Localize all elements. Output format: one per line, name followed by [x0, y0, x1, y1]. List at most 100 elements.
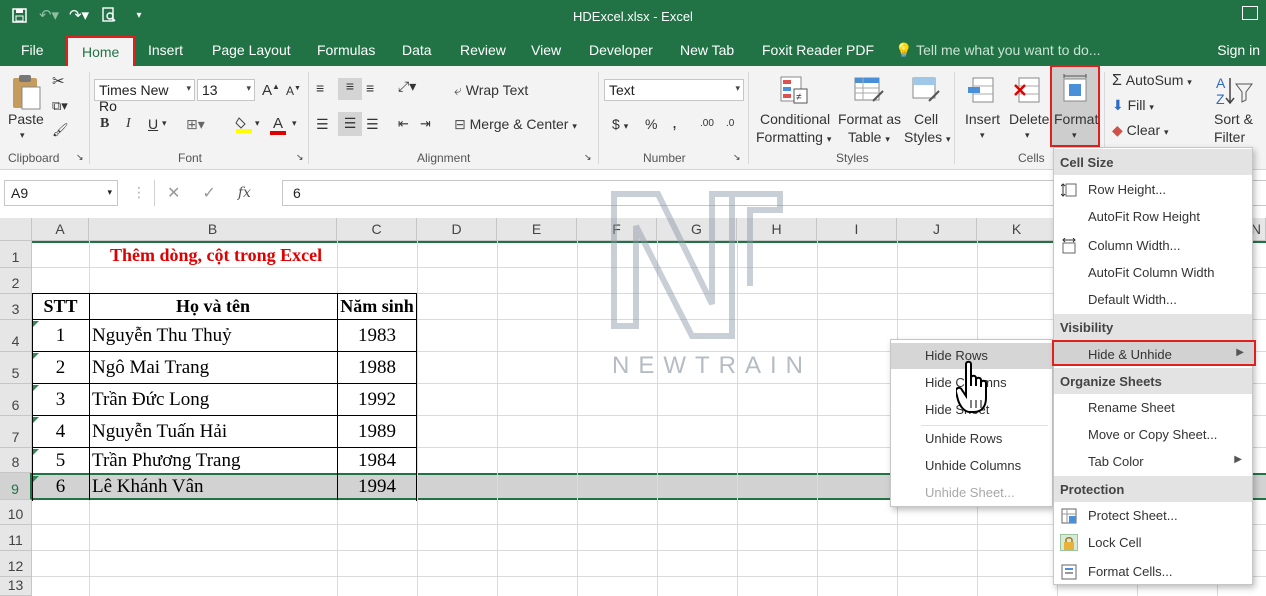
- column-header-e[interactable]: E: [497, 218, 577, 241]
- cancel-formula-icon[interactable]: ✕: [167, 183, 180, 203]
- align-center-icon[interactable]: ☰: [338, 112, 362, 136]
- row-header-5[interactable]: 5: [0, 352, 32, 384]
- sort-filter-button[interactable]: Sort &: [1214, 111, 1253, 127]
- undo-icon[interactable]: ↶▾: [36, 4, 62, 26]
- record-year[interactable]: 1992: [337, 389, 417, 411]
- record-name[interactable]: Nguyễn Thu Thuỷ: [92, 325, 232, 347]
- font-color-icon[interactable]: A: [268, 114, 288, 136]
- row-header-11[interactable]: 11: [0, 525, 32, 551]
- row-header-4[interactable]: 4: [0, 320, 32, 352]
- cell-styles-button[interactable]: Cell: [914, 111, 938, 127]
- fill-color-icon[interactable]: [234, 114, 254, 134]
- align-bottom-icon[interactable]: ≡: [366, 80, 374, 96]
- row-header-2[interactable]: 2: [0, 268, 32, 294]
- increase-indent-icon[interactable]: ⇥: [420, 116, 431, 132]
- name-box[interactable]: A9 ▾: [4, 180, 118, 206]
- row-header-9[interactable]: 9: [0, 473, 32, 500]
- header-name[interactable]: Họ và tên: [89, 296, 337, 317]
- record-stt[interactable]: 3: [32, 389, 89, 411]
- record-year[interactable]: 1983: [337, 325, 417, 347]
- row-header-13[interactable]: 13: [0, 577, 32, 596]
- record-year[interactable]: 1989: [337, 421, 417, 443]
- format-cells-button[interactable]: Format ▾: [1050, 65, 1100, 147]
- autofit-column-width-item[interactable]: AutoFit Column Width: [1054, 260, 1252, 286]
- record-stt[interactable]: 4: [32, 421, 89, 443]
- number-launcher-icon[interactable]: ↘: [733, 152, 741, 163]
- decrease-decimal-button[interactable]: .0: [726, 118, 734, 129]
- column-header-k[interactable]: K: [977, 218, 1057, 241]
- tab-formulas[interactable]: Formulas: [317, 42, 375, 58]
- tab-color-item[interactable]: Tab Color ▶: [1054, 449, 1252, 475]
- tab-insert[interactable]: Insert: [148, 42, 183, 58]
- paste-button[interactable]: Paste: [8, 111, 44, 127]
- font-launcher-icon[interactable]: ↘: [296, 152, 304, 163]
- record-year[interactable]: 1988: [337, 357, 417, 379]
- move-copy-sheet-item[interactable]: Move or Copy Sheet...: [1054, 422, 1252, 448]
- decrease-indent-icon[interactable]: ⇤: [398, 116, 409, 132]
- clipboard-launcher-icon[interactable]: ↘: [76, 152, 84, 163]
- tab-page-layout[interactable]: Page Layout: [212, 42, 291, 58]
- row-header-3[interactable]: 3: [0, 294, 32, 320]
- grow-font-button[interactable]: A▲: [262, 82, 280, 99]
- row-header-8[interactable]: 8: [0, 448, 32, 473]
- tab-foxit-reader-pdf[interactable]: Foxit Reader PDF: [762, 42, 874, 58]
- insert-function-icon[interactable]: fx: [238, 185, 251, 201]
- tab-review[interactable]: Review: [460, 42, 506, 58]
- merge-center-button[interactable]: ⊟ Merge & Center ▾: [454, 116, 577, 133]
- align-right-icon[interactable]: ☰: [366, 116, 379, 133]
- record-name[interactable]: Ngô Mai Trang: [92, 357, 209, 379]
- record-stt[interactable]: 5: [32, 450, 89, 472]
- font-name-combo[interactable]: Times New Ro ▾: [94, 79, 195, 114]
- conditional-formatting-button-line2[interactable]: Formatting ▾: [756, 129, 831, 145]
- format-as-table-button[interactable]: Format as: [838, 111, 901, 127]
- header-year[interactable]: Năm sinh: [337, 296, 417, 317]
- column-header-c[interactable]: C: [337, 218, 417, 241]
- enter-formula-icon[interactable]: ✓: [202, 183, 215, 203]
- cell-styles-button-line2[interactable]: Styles ▾: [904, 129, 951, 145]
- select-all-button[interactable]: [0, 218, 32, 241]
- column-header-d[interactable]: D: [417, 218, 497, 241]
- customize-qat-icon[interactable]: ▾: [126, 4, 152, 26]
- paste-dropdown-icon[interactable]: ▾: [20, 130, 25, 141]
- italic-button[interactable]: I: [126, 116, 131, 132]
- hide-unhide-item[interactable]: Hide & Unhide ▶: [1052, 340, 1256, 366]
- record-stt[interactable]: 6: [32, 476, 89, 498]
- clear-button[interactable]: ◆ Clear ▾: [1112, 122, 1169, 139]
- unhide-rows-item[interactable]: Unhide Rows: [891, 426, 1052, 452]
- shrink-font-button[interactable]: A▼: [286, 84, 301, 98]
- default-width-item[interactable]: Default Width...: [1054, 287, 1252, 313]
- delete-dropdown-icon[interactable]: ▾: [1025, 130, 1030, 141]
- align-top-icon[interactable]: ≡: [316, 80, 324, 96]
- tab-new-tab[interactable]: New Tab: [680, 42, 734, 58]
- column-width-item[interactable]: Column Width...: [1054, 233, 1252, 259]
- number-format-combo[interactable]: Text ▾: [604, 79, 744, 101]
- rename-sheet-item[interactable]: Rename Sheet: [1054, 395, 1252, 421]
- record-stt[interactable]: 1: [32, 325, 89, 347]
- column-header-b[interactable]: B: [89, 218, 337, 241]
- copy-icon[interactable]: ⧉▾: [52, 98, 68, 114]
- fill-color-dropdown-icon[interactable]: ▾: [255, 118, 260, 129]
- insert-cells-button[interactable]: Insert: [965, 111, 1000, 127]
- alignment-launcher-icon[interactable]: ↘: [584, 152, 592, 163]
- lock-cell-item[interactable]: Lock Cell: [1054, 530, 1252, 556]
- tab-file[interactable]: File: [21, 42, 44, 58]
- unhide-columns-item[interactable]: Unhide Columns: [891, 453, 1052, 479]
- orientation-icon[interactable]: ⤢▾: [398, 78, 416, 95]
- increase-decimal-button[interactable]: .00: [700, 118, 714, 129]
- print-preview-icon[interactable]: [96, 4, 122, 26]
- ribbon-display-options-icon[interactable]: [1242, 6, 1258, 20]
- redo-icon[interactable]: ↷▾: [66, 4, 92, 26]
- sheet-title-cell[interactable]: Thêm dòng, cột trong Excel: [110, 245, 322, 266]
- format-cells-item[interactable]: Format Cells...: [1054, 559, 1252, 585]
- save-icon[interactable]: [6, 4, 32, 26]
- paste-icon[interactable]: [8, 72, 44, 112]
- bold-button[interactable]: B: [100, 116, 109, 132]
- underline-button[interactable]: U: [148, 116, 158, 132]
- autofit-row-height-item[interactable]: AutoFit Row Height: [1054, 204, 1252, 230]
- font-color-dropdown-icon[interactable]: ▾: [292, 118, 297, 129]
- protect-sheet-item[interactable]: Protect Sheet...: [1054, 503, 1252, 529]
- tab-data[interactable]: Data: [402, 42, 432, 58]
- column-header-j[interactable]: J: [897, 218, 977, 241]
- record-name[interactable]: Nguyễn Tuấn Hải: [92, 421, 227, 443]
- record-name[interactable]: Trần Đức Long: [92, 389, 209, 411]
